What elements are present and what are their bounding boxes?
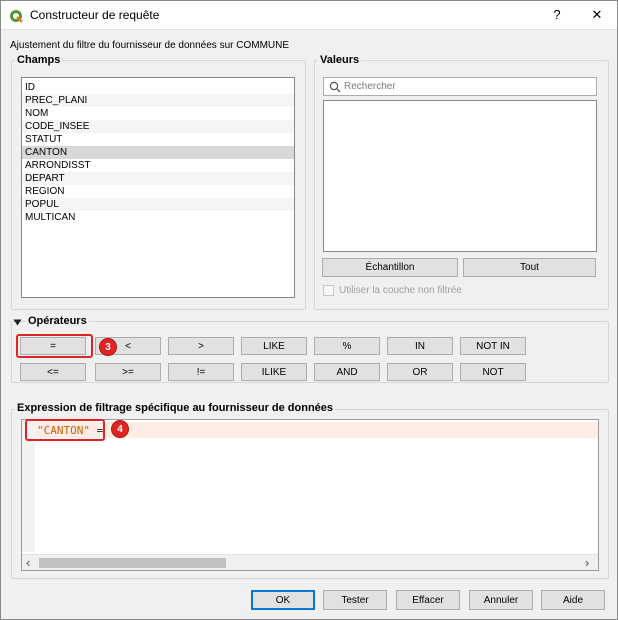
cancel-button[interactable]: Annuler: [469, 590, 533, 610]
operator-not-button[interactable]: NOT: [460, 363, 526, 381]
help-button[interactable]: Aide: [541, 590, 605, 610]
unfiltered-layer-label: Utiliser la couche non filtrée: [339, 285, 462, 296]
values-group-title: Valeurs: [318, 54, 362, 66]
dialog-subtitle: Ajustement du filtre du fournisseur de d…: [10, 40, 290, 51]
field-item[interactable]: CANTON: [22, 146, 294, 159]
help-title-button[interactable]: ?: [546, 5, 568, 25]
field-item[interactable]: CODE_INSEE: [22, 120, 294, 133]
expression-group-title: Expression de filtrage spécifique au fou…: [15, 402, 336, 414]
operator-percent-button[interactable]: %: [314, 337, 380, 355]
test-button[interactable]: Tester: [323, 590, 387, 610]
sample-button[interactable]: Échantillon: [322, 258, 458, 277]
operator-greater-than-button[interactable]: >: [168, 337, 234, 355]
window-title: Constructeur de requête: [30, 8, 160, 22]
clear-button[interactable]: Effacer: [396, 590, 460, 610]
scroll-left-arrow-icon[interactable]: ‹: [26, 555, 30, 570]
all-button[interactable]: Tout: [463, 258, 596, 277]
operator-greater-or-equal-button[interactable]: >=: [95, 363, 161, 381]
field-item[interactable]: NOM: [22, 107, 294, 120]
search-icon: [329, 81, 341, 93]
expression-editor[interactable]: "CANTON" = ‹ ›: [21, 419, 599, 571]
unfiltered-layer-checkbox[interactable]: [323, 285, 334, 296]
field-item[interactable]: STATUT: [22, 133, 294, 146]
operator-like-button[interactable]: LIKE: [241, 337, 307, 355]
operator-ilike-button[interactable]: ILIKE: [241, 363, 307, 381]
annotation-box-equals: [16, 334, 93, 358]
search-placeholder: Rechercher: [344, 81, 396, 92]
values-list[interactable]: [323, 100, 597, 252]
close-window-button[interactable]: ✕: [586, 5, 608, 25]
field-item[interactable]: ID: [22, 81, 294, 94]
field-item[interactable]: POPUL: [22, 198, 294, 211]
annotation-badge-3: 3: [99, 338, 117, 356]
scroll-right-arrow-icon[interactable]: ›: [585, 555, 589, 570]
title-bar: Constructeur de requête ? ✕: [0, 0, 618, 30]
field-item[interactable]: PREC_PLANI: [22, 94, 294, 107]
annotation-box-expression: [25, 419, 105, 441]
operator-less-or-equal-button[interactable]: <=: [20, 363, 86, 381]
ok-button[interactable]: OK: [251, 590, 315, 610]
field-item[interactable]: ARRONDISST: [22, 159, 294, 172]
qgis-logo-icon: [10, 10, 23, 23]
operator-not-in-button[interactable]: NOT IN: [460, 337, 526, 355]
expression-hscrollbar[interactable]: ‹ ›: [22, 554, 598, 570]
fields-group-title: Champs: [15, 54, 63, 66]
values-search-input[interactable]: Rechercher: [323, 77, 597, 96]
operator-not-equal-button[interactable]: !=: [168, 363, 234, 381]
field-item[interactable]: MULTICAN: [22, 211, 294, 224]
operator-in-button[interactable]: IN: [387, 337, 453, 355]
operators-group-title: Opérateurs: [26, 315, 89, 327]
fields-list[interactable]: ID PREC_PLANI NOM CODE_INSEE STATUT CANTON ARR…: [21, 77, 295, 298]
collapse-triangle-icon[interactable]: [13, 318, 22, 327]
field-item[interactable]: DEPART: [22, 172, 294, 185]
scroll-thumb[interactable]: [39, 558, 226, 568]
operator-and-button[interactable]: AND: [314, 363, 380, 381]
field-item[interactable]: REGION: [22, 185, 294, 198]
annotation-badge-4: 4: [111, 420, 129, 438]
operator-or-button[interactable]: OR: [387, 363, 453, 381]
